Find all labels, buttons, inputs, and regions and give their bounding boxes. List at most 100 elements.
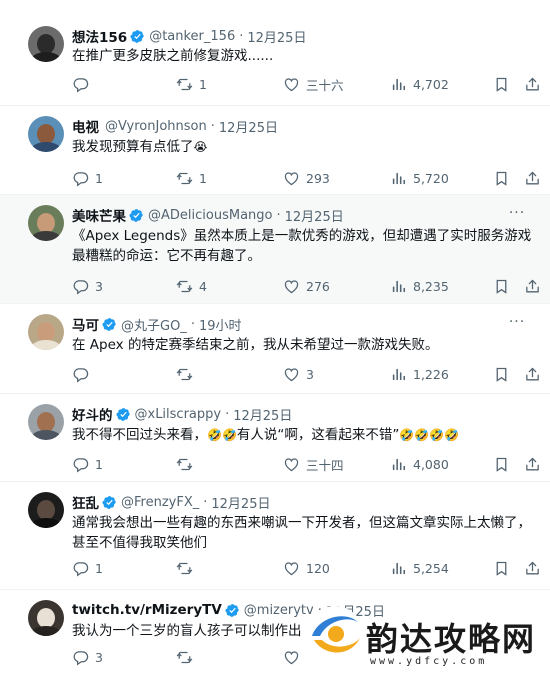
display-name[interactable]: 美味芒果	[72, 205, 126, 225]
retweet-button[interactable]: 1	[176, 168, 207, 188]
retweet-count: 4	[199, 278, 207, 294]
views-button[interactable]: 8,235	[390, 276, 449, 296]
tweet[interactable]: 想法156 @tanker_156 · 12月25日 在推广更多皮肤之前修复游戏…	[0, 0, 550, 106]
retweet-button[interactable]	[176, 647, 199, 667]
tweet[interactable]: 美味芒果 @ADeliciousMango · 12月25日 ··· 《Apex…	[0, 195, 550, 304]
share-button[interactable]	[524, 364, 547, 384]
bookmark-button[interactable]	[493, 454, 516, 474]
tweet-time[interactable]: 12月25日	[285, 206, 344, 225]
like-button[interactable]: 三十六	[283, 74, 344, 94]
views-button[interactable]: 4,702	[390, 74, 449, 94]
like-button[interactable]: 三十四	[283, 454, 344, 474]
display-name[interactable]: 好斗的	[72, 404, 113, 424]
tweet-time[interactable]: 12月25日	[247, 27, 306, 46]
views-button[interactable]: 5,254	[390, 558, 449, 578]
tweet[interactable]: 马可 @丸子GO_ · 19小时 ··· 在 Apex 的特定赛季结束之前，我从…	[0, 304, 550, 394]
bar-chart-icon	[390, 560, 407, 577]
bookmark-icon	[493, 76, 510, 93]
share-icon	[524, 456, 541, 473]
user-handle[interactable]: @ADeliciousMango	[148, 208, 272, 223]
tweet-time[interactable]: 12月25日	[211, 493, 270, 512]
user-handle[interactable]: @FrenzyFX_	[121, 495, 199, 510]
views-button[interactable]: 4,080	[390, 454, 449, 474]
reply-button[interactable]	[72, 74, 95, 94]
retweet-icon	[176, 366, 193, 383]
tweet[interactable]: 电视 @VyronJohnson · 12月25日 我发现预算有点低了😭 1 1…	[0, 106, 550, 195]
tweet-time[interactable]: 12月25日	[233, 405, 292, 424]
display-name[interactable]: 想法156	[72, 26, 127, 46]
verified-badge-icon	[129, 208, 144, 223]
retweet-button[interactable]: 1	[176, 74, 207, 94]
retweet-count: 1	[199, 76, 207, 92]
reply-button[interactable]: 3	[72, 276, 103, 296]
retweet-button[interactable]	[176, 558, 199, 578]
share-button[interactable]	[524, 74, 547, 94]
retweet-button[interactable]	[176, 364, 199, 384]
avatar[interactable]	[28, 205, 64, 241]
share-icon	[524, 170, 541, 187]
display-name[interactable]: 狂乱	[72, 492, 99, 512]
tweet[interactable]: 好斗的 @xLilscrappy · 12月25日 我不得不回过头来看，🤣🤣有人…	[0, 394, 550, 482]
share-button[interactable]	[524, 558, 547, 578]
reply-button[interactable]: 1	[72, 168, 103, 188]
views-button[interactable]: 5,720	[390, 168, 449, 188]
tweet-actions: 1 120 5,254	[72, 558, 534, 578]
separator-dot: ·	[239, 28, 244, 44]
display-name[interactable]: 电视	[72, 116, 99, 136]
share-button[interactable]	[524, 276, 547, 296]
display-name[interactable]: 马可	[72, 314, 99, 334]
reply-button[interactable]: 3	[72, 647, 103, 667]
views-button[interactable]: 1,226	[390, 364, 449, 384]
reply-icon	[72, 170, 89, 187]
tweet-feed: 想法156 @tanker_156 · 12月25日 在推广更多皮肤之前修复游戏…	[0, 0, 550, 673]
reply-button[interactable]: 1	[72, 558, 103, 578]
like-button[interactable]: 276	[283, 276, 330, 296]
avatar[interactable]	[28, 26, 64, 62]
more-options-icon[interactable]: ···	[508, 315, 526, 334]
tweet-time[interactable]: 12月25日	[219, 117, 278, 136]
bookmark-button[interactable]	[493, 168, 516, 188]
bookmark-icon	[493, 366, 510, 383]
tweet-time[interactable]: 19小时	[199, 315, 242, 334]
reply-count: 3	[95, 278, 103, 294]
share-button[interactable]	[524, 454, 547, 474]
tweet-text-part-a: 我不得不回过头来看，	[72, 427, 207, 443]
like-button[interactable]: 293	[283, 168, 330, 188]
bookmark-button[interactable]	[493, 558, 516, 578]
view-count: 4,080	[413, 456, 449, 472]
like-button[interactable]: 3	[283, 364, 314, 384]
bookmark-button[interactable]	[493, 364, 516, 384]
like-button[interactable]: 120	[283, 558, 330, 578]
avatar[interactable]	[28, 600, 64, 636]
avatar[interactable]	[28, 492, 64, 528]
retweet-button[interactable]	[176, 454, 199, 474]
user-handle[interactable]: @丸子GO_	[121, 315, 187, 334]
heart-icon	[283, 170, 300, 187]
user-handle[interactable]: @VyronJohnson	[105, 119, 207, 134]
reply-count: 3	[95, 649, 103, 665]
bookmark-button[interactable]	[493, 74, 516, 94]
avatar[interactable]	[28, 116, 64, 152]
more-options-icon[interactable]: ···	[508, 206, 526, 225]
reply-button[interactable]	[72, 364, 95, 384]
tweet[interactable]: 狂乱 @FrenzyFX_ · 12月25日 通常我会想出一些有趣的东西来嘲讽一…	[0, 482, 550, 590]
verified-badge-icon	[225, 603, 240, 618]
share-button[interactable]	[524, 168, 547, 188]
view-count: 4,702	[413, 76, 449, 92]
laughing-emoji: 🤣	[444, 428, 460, 442]
retweet-count: 1	[199, 170, 207, 186]
laughing-emoji: 🤣	[221, 428, 237, 442]
reply-button[interactable]: 1	[72, 454, 103, 474]
watermark: 韵达攻略网 www.ydfcy.com	[302, 602, 550, 673]
retweet-button[interactable]: 4	[176, 276, 207, 296]
avatar[interactable]	[28, 404, 64, 440]
user-handle[interactable]: @tanker_156	[149, 29, 235, 44]
tweet-text: 通常我会想出一些有趣的东西来嘲讽一下开发者，但这篇文章实际上太懒了，甚至不值得我…	[72, 515, 531, 551]
avatar[interactable]	[28, 314, 64, 350]
bar-chart-icon	[390, 456, 407, 473]
user-handle[interactable]: @xLilscrappy	[135, 407, 222, 422]
bookmark-button[interactable]	[493, 276, 516, 296]
bar-chart-icon	[390, 366, 407, 383]
display-name[interactable]: twitch.tv/rMizeryTV	[72, 602, 222, 618]
heart-icon	[283, 649, 300, 666]
